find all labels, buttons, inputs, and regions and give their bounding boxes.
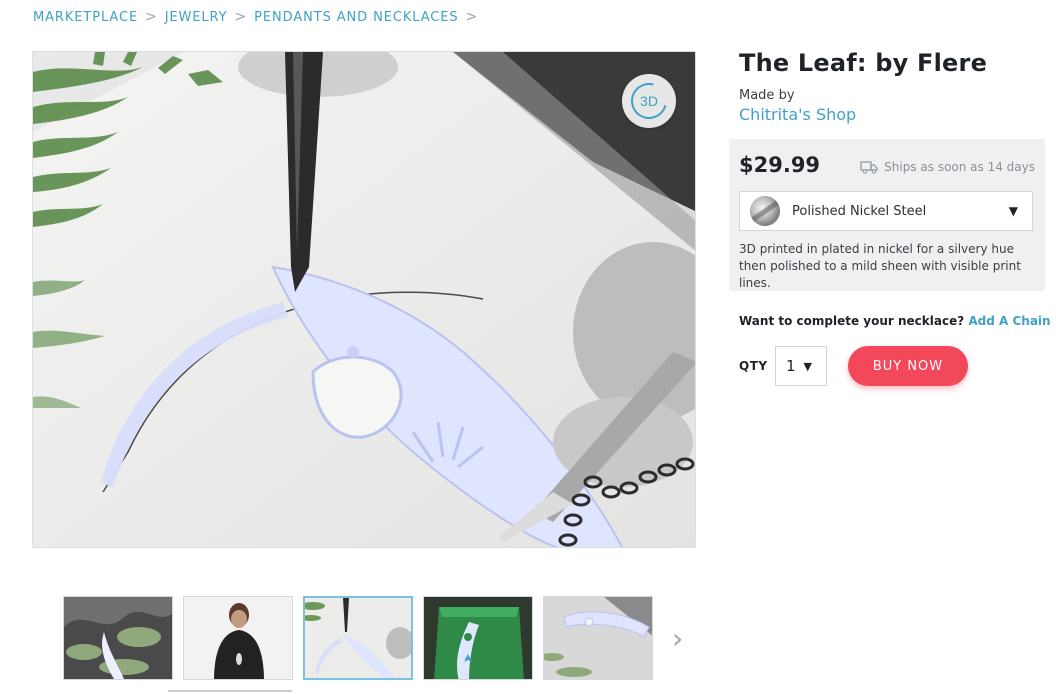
complete-necklace-prompt: Want to complete your necklace? Add A Ch… — [739, 314, 1051, 328]
thumbnail-3[interactable] — [303, 596, 413, 680]
complete-necklace-text: Want to complete your necklace? — [739, 314, 969, 328]
material-select[interactable]: Polished Nickel Steel ▼ — [739, 191, 1033, 231]
thumbnail-1[interactable] — [63, 596, 173, 680]
thumbnail-image — [184, 597, 292, 679]
breadcrumb: MARKETPLACE > JEWELRY > PENDANTS AND NEC… — [33, 9, 485, 25]
thumbnail-2[interactable] — [183, 596, 293, 680]
thumbnail-4[interactable] — [423, 596, 533, 680]
material-selected-label: Polished Nickel Steel — [792, 203, 927, 219]
caret-down-icon: ▼ — [1008, 204, 1018, 218]
add-a-chain-link[interactable]: Add A Chain — [968, 314, 1050, 328]
breadcrumb-separator-icon: > — [145, 9, 158, 25]
thumbnail-image — [424, 597, 532, 679]
quantity-value: 1 — [786, 357, 796, 375]
thumbnail-5[interactable] — [543, 596, 653, 680]
thumbnail-divider — [168, 690, 292, 692]
shop-link[interactable]: Chitrita's Shop — [739, 105, 856, 124]
product-title: The Leaf: by Flere — [739, 49, 988, 77]
quantity-select[interactable]: 1 ▼ — [775, 346, 827, 386]
price-box: $29.99 Ships as soon as 14 days Polished… — [729, 139, 1045, 291]
material-swatch-icon — [750, 196, 780, 226]
view-3d-button[interactable]: 3D — [622, 74, 676, 128]
product-photo — [33, 52, 695, 547]
shipping-info: Ships as soon as 14 days — [860, 160, 1035, 174]
thumbnail-image — [64, 597, 172, 679]
buy-now-button[interactable]: BUY NOW — [848, 346, 968, 386]
main-product-image[interactable] — [32, 51, 696, 548]
qty-label: QTY — [739, 359, 768, 373]
thumbnail-image — [305, 598, 411, 678]
breadcrumb-jewelry[interactable]: JEWELRY — [165, 10, 228, 25]
thumbnail-image — [544, 597, 652, 679]
thumbnail-strip — [63, 596, 653, 680]
breadcrumb-separator-icon: > — [234, 9, 248, 25]
made-by-label: Made by — [739, 88, 795, 103]
caret-down-icon: ▼ — [803, 360, 812, 373]
breadcrumb-separator-icon: > — [465, 9, 479, 25]
product-price: $29.99 — [739, 153, 821, 177]
view-3d-label: 3D — [640, 93, 658, 109]
breadcrumb-pendants-and-necklaces[interactable]: PENDANTS AND NECKLACES — [254, 10, 458, 25]
breadcrumb-marketplace[interactable]: MARKETPLACE — [33, 10, 138, 25]
truck-icon — [860, 161, 878, 174]
thumbnails-next-chevron-right-icon[interactable]: › — [672, 624, 694, 654]
shipping-text: Ships as soon as 14 days — [884, 160, 1035, 174]
material-description: 3D printed in plated in nickel for a sil… — [739, 242, 1021, 290]
